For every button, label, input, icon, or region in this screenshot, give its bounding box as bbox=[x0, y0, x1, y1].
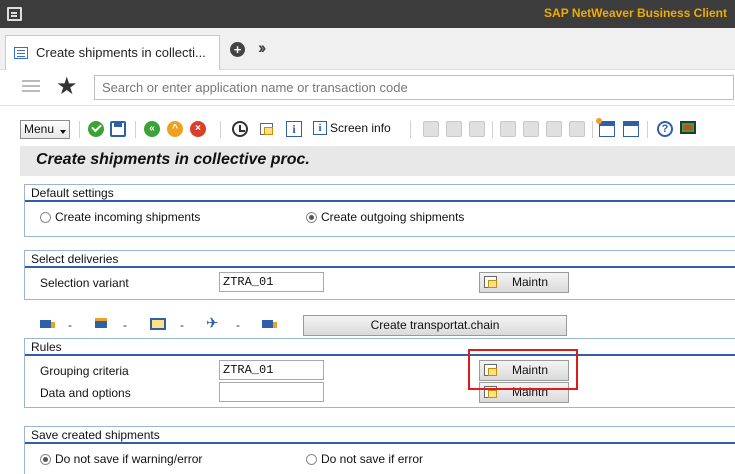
next-page-icon bbox=[546, 121, 562, 137]
variant-glyph bbox=[260, 123, 273, 135]
favorites-star-icon[interactable]: ★ bbox=[56, 73, 78, 101]
tab-create-shipments[interactable]: Create shipments in collecti... bbox=[5, 35, 220, 70]
group-header: Default settings bbox=[25, 185, 735, 202]
more-tabs-icon[interactable]: ›› bbox=[258, 38, 267, 58]
chain-dash: - bbox=[180, 318, 184, 332]
group-title: Default settings bbox=[31, 186, 114, 200]
page-title-bar: Create shipments in collective proc. bbox=[20, 146, 735, 176]
radio-incoming[interactable] bbox=[40, 212, 51, 223]
create-transport-chain-button[interactable]: Create transportat.chain bbox=[303, 315, 567, 336]
group-header: Rules bbox=[25, 339, 735, 356]
plane-icon: ✈ bbox=[206, 315, 219, 332]
selection-variant-field[interactable]: ZTRA_01 bbox=[219, 272, 324, 292]
create-session-icon[interactable] bbox=[596, 118, 615, 137]
radio-no-save-warning[interactable] bbox=[40, 454, 51, 465]
menu-button[interactable]: Menu bbox=[20, 120, 70, 139]
cancel-icon[interactable]: × bbox=[190, 121, 206, 137]
group-header: Select deliveries bbox=[25, 251, 735, 268]
group-default-settings: Default settings Create incoming shipmen… bbox=[24, 184, 735, 237]
truck-shape bbox=[40, 320, 55, 328]
exit-icon[interactable]: ^ bbox=[167, 121, 183, 137]
find-icon bbox=[446, 121, 462, 137]
chain-dash: - bbox=[123, 318, 127, 332]
toolbar-separator bbox=[647, 121, 648, 138]
rail-icon bbox=[150, 318, 166, 330]
menu-button-label: Menu bbox=[24, 122, 55, 136]
group-header: Save created shipments bbox=[25, 427, 735, 444]
toolbar-separator bbox=[410, 121, 411, 138]
save-icon[interactable] bbox=[110, 121, 126, 137]
data-options-label: Data and options bbox=[40, 386, 131, 400]
tab-label: Create shipments in collecti... bbox=[36, 45, 206, 60]
add-tab-icon[interactable]: + bbox=[230, 42, 245, 57]
data-options-field[interactable] bbox=[219, 382, 324, 402]
print-icon bbox=[423, 121, 439, 137]
group-title: Save created shipments bbox=[31, 428, 160, 442]
title-bar: SAP NetWeaver Business Client bbox=[0, 0, 735, 28]
grouping-criteria-label: Grouping criteria bbox=[40, 364, 129, 378]
group-save-shipments: Save created shipments Do not save if wa… bbox=[24, 426, 735, 474]
truck-icon bbox=[262, 317, 278, 331]
group-select-deliveries: Select deliveries Selection variant ZTRA… bbox=[24, 250, 735, 300]
toolbar-separator bbox=[592, 121, 593, 138]
container-icon bbox=[95, 318, 107, 328]
tab-strip: Create shipments in collecti... + ›› bbox=[0, 28, 735, 70]
radio-outgoing-label[interactable]: Create outgoing shipments bbox=[321, 210, 464, 224]
get-variant-icon[interactable] bbox=[259, 121, 275, 137]
screen-info-label: Screen info bbox=[330, 121, 391, 135]
list-icon bbox=[14, 47, 28, 59]
radio-no-save-error-label[interactable]: Do not save if error bbox=[321, 452, 423, 466]
sap-window: SAP NetWeaver Business Client Create shi… bbox=[0, 0, 735, 474]
previous-page-icon bbox=[523, 121, 539, 137]
toolbar-separator bbox=[135, 121, 136, 138]
screen-info-icon: i bbox=[313, 121, 327, 135]
truck-icon bbox=[40, 317, 56, 331]
menu-list-icon[interactable] bbox=[22, 80, 40, 82]
first-page-icon bbox=[500, 121, 516, 137]
command-bar: ★ bbox=[0, 70, 735, 106]
highlight-box bbox=[468, 349, 578, 390]
window-menu-icon[interactable] bbox=[7, 7, 22, 21]
exit-arrow-glyph: ^ bbox=[172, 123, 178, 134]
radio-outgoing[interactable] bbox=[306, 212, 317, 223]
dropdown-arrow-icon bbox=[60, 130, 66, 134]
chain-dash: - bbox=[68, 318, 72, 332]
group-rules: Rules Grouping criteria ZTRA_01 Data and… bbox=[24, 338, 735, 408]
back-arrow-glyph: « bbox=[149, 123, 155, 134]
toolbar-separator bbox=[492, 121, 493, 138]
radio-incoming-label[interactable]: Create incoming shipments bbox=[55, 210, 200, 224]
maintain-label: Maintn bbox=[511, 275, 549, 289]
app-title: SAP NetWeaver Business Client bbox=[544, 6, 727, 20]
info-icon[interactable]: i bbox=[286, 121, 302, 137]
grouping-criteria-field[interactable]: ZTRA_01 bbox=[219, 360, 324, 380]
toolbar-separator bbox=[79, 121, 80, 138]
new-window-icon[interactable] bbox=[623, 121, 639, 137]
find-next-icon bbox=[469, 121, 485, 137]
chain-dash: - bbox=[236, 318, 240, 332]
back-icon[interactable]: « bbox=[144, 121, 160, 137]
group-title: Select deliveries bbox=[31, 252, 119, 266]
help-icon[interactable]: ? bbox=[657, 121, 673, 137]
maintain-selection-variant-button[interactable]: Maintn bbox=[479, 272, 569, 293]
group-title: Rules bbox=[31, 340, 62, 354]
execute-clock-icon[interactable] bbox=[232, 121, 248, 137]
truck-shape bbox=[262, 320, 277, 328]
page-title: Create shipments in collective proc. bbox=[36, 151, 310, 168]
command-search-input[interactable] bbox=[94, 75, 734, 100]
radio-no-save-warning-label[interactable]: Do not save if warning/error bbox=[55, 452, 202, 466]
application-toolbar: Menu « ^ × i i Screen info ? bbox=[0, 106, 735, 146]
cancel-x-glyph: × bbox=[195, 123, 201, 134]
enter-check-icon[interactable] bbox=[88, 121, 104, 137]
selection-variant-label: Selection variant bbox=[40, 276, 129, 290]
toolbar-separator bbox=[220, 121, 221, 138]
last-page-icon bbox=[569, 121, 585, 137]
radio-no-save-error[interactable] bbox=[306, 454, 317, 465]
customize-layout-icon[interactable] bbox=[680, 121, 696, 134]
